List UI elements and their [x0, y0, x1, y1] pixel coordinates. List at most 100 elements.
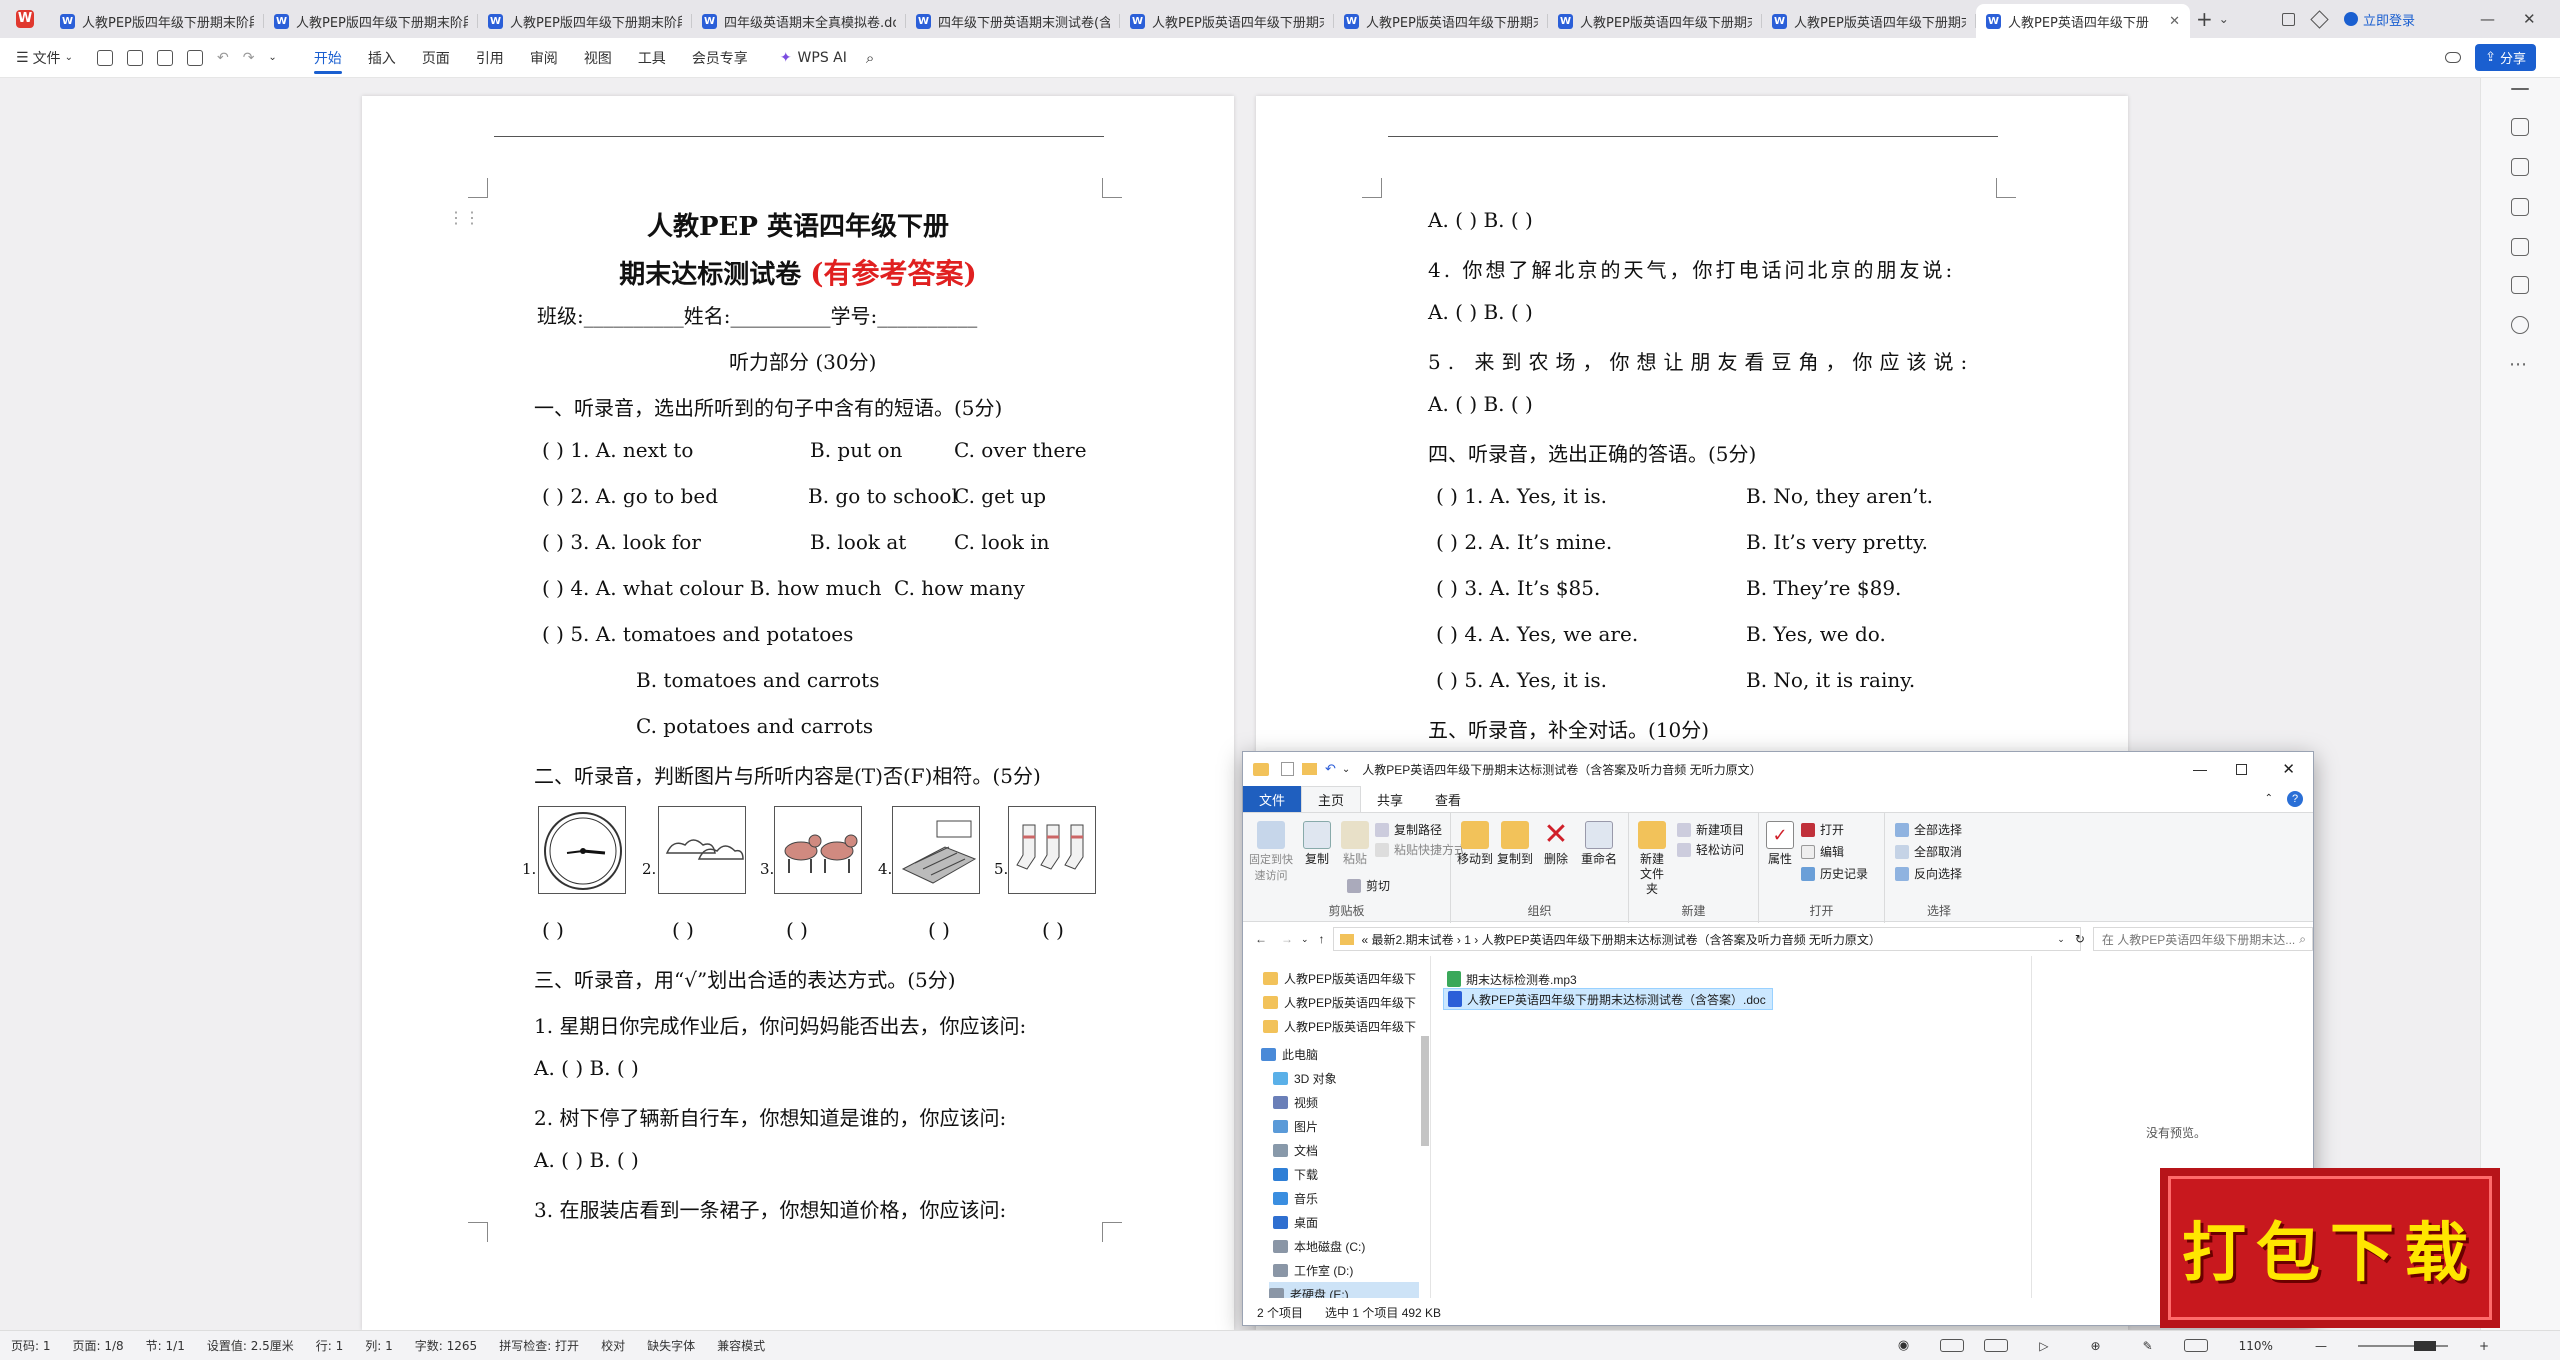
zoom-thumb[interactable] [2413, 1340, 2436, 1351]
print-preview-icon[interactable] [186, 49, 203, 66]
pin-button[interactable]: 固定到快速访问 [1249, 821, 1293, 884]
tab-close-icon[interactable]: ✕ [2169, 14, 2180, 29]
undo-quick-icon[interactable]: ↶ [1325, 761, 1336, 777]
document-tab[interactable]: W 人教PEP版英语四年级下册期末 [1762, 4, 1976, 38]
login-button[interactable]: 立即登录 [2344, 10, 2415, 29]
menu-2[interactable]: 页面 [409, 38, 463, 78]
menu-6[interactable]: 工具 [625, 38, 679, 78]
zoom-level[interactable]: 110% [2228, 1339, 2284, 1353]
copy-path-button[interactable]: 复制路径 [1375, 821, 1442, 838]
nav-item[interactable]: 人教PEP版英语四年级下 [1263, 990, 1430, 1014]
cursor-icon[interactable] [2511, 158, 2529, 176]
fit-icon[interactable] [2183, 1339, 2208, 1352]
properties-quick-icon[interactable] [1281, 762, 1294, 776]
explorer-maximize-icon[interactable] [2236, 763, 2247, 775]
explorer-close-icon[interactable]: ✕ [2282, 760, 2295, 778]
address-bar[interactable]: « 最新2.期末试卷 › 1 › 人教PEP英语四年级下册期末达标测试卷（含答案… [1332, 927, 2082, 951]
properties-button[interactable]: ✓ 属性 [1765, 821, 1795, 867]
nav-item[interactable]: 人教PEP版英语四年级下 [1263, 966, 1430, 990]
web-view-icon[interactable]: ⊕ [2080, 1339, 2112, 1353]
explorer-tab-1[interactable]: 主页 [1301, 786, 1362, 812]
close-window-icon[interactable]: ✕ [2523, 10, 2536, 28]
help-icon[interactable] [2511, 316, 2529, 334]
nav-item[interactable]: 此电脑 [1261, 1042, 1430, 1066]
file-item[interactable]: 人教PEP英语四年级下册期末达标测试卷（含答案）.doc [1443, 988, 1773, 1010]
zoom-out-icon[interactable]: — [2304, 1339, 2338, 1353]
page-view-icon[interactable] [1940, 1339, 1965, 1352]
nav-item[interactable]: 音乐 [1273, 1186, 1430, 1210]
copy-button[interactable]: 复制 [1301, 821, 1333, 867]
document-tab[interactable]: W 人教PEP版四年级下册期末阶段 [478, 4, 692, 38]
nav-item[interactable]: 老硬盘 (E:) [1269, 1282, 1419, 1298]
adjust-icon[interactable] [2511, 198, 2529, 216]
menu-7[interactable]: 会员专享 [679, 38, 761, 78]
explorer-tab-2[interactable]: 共享 [1361, 786, 1419, 812]
refresh-icon[interactable]: ↻ [2075, 932, 2085, 946]
minimize-icon[interactable]: — [2480, 10, 2495, 28]
help-circle-icon[interactable]: ? [2287, 791, 2303, 807]
document-tab[interactable]: W 人教PEP版英语四年级下册期末 [1548, 4, 1762, 38]
window-icon[interactable] [2282, 12, 2295, 26]
new-folder-button[interactable]: 新建文件夹 [1635, 821, 1669, 897]
address-dropdown-icon[interactable]: ⌄ [2057, 934, 2065, 945]
nav-item[interactable]: 3D 对象 [1273, 1066, 1430, 1090]
cut-button[interactable]: 剪切 [1347, 877, 1390, 894]
tools-icon[interactable] [2511, 276, 2529, 294]
pen-view-icon[interactable]: ✎ [2132, 1339, 2164, 1353]
redo-icon[interactable]: ↷ [243, 50, 255, 66]
edit-button[interactable]: 编辑 [1801, 843, 1844, 860]
document-tab[interactable]: W 四年级英语期末全真模拟卷.doc [692, 4, 906, 38]
menu-0[interactable]: 开始 [301, 38, 355, 78]
play-icon[interactable]: ▷ [2028, 1339, 2059, 1353]
forward-arrow-icon[interactable]: → [1281, 932, 1293, 946]
nav-scrollbar[interactable] [1421, 1036, 1429, 1146]
wps-logo[interactable]: W [0, 0, 50, 38]
back-arrow-icon[interactable]: ← [1255, 932, 1267, 946]
print-icon[interactable] [156, 49, 173, 66]
nav-item[interactable]: 下载 [1273, 1162, 1430, 1186]
paste-button[interactable]: 粘贴 [1339, 821, 1371, 867]
open-button[interactable]: 打开 [1801, 821, 1844, 838]
menu-1[interactable]: 插入 [355, 38, 409, 78]
quick-access-chevron-icon[interactable]: ⌄ [1342, 764, 1350, 775]
up-arrow-icon[interactable]: ↑ [1319, 932, 1325, 946]
document-tab[interactable]: W 人教PEP英语四年级下册 ✕ [1976, 4, 2190, 38]
nav-item[interactable]: 图片 [1273, 1114, 1430, 1138]
style-icon[interactable] [2511, 238, 2529, 256]
nav-item[interactable]: 工作室 (D:) [1273, 1258, 1430, 1282]
export-pdf-icon[interactable] [126, 49, 143, 66]
copy-to-button[interactable]: 复制到 [1497, 821, 1533, 867]
menu-5[interactable]: 视图 [571, 38, 625, 78]
status-item[interactable]: 校对 [590, 1337, 636, 1354]
easy-access-button[interactable]: 轻松访问 [1677, 841, 1744, 858]
explorer-tab-0[interactable]: 文件 [1243, 786, 1302, 812]
nav-item[interactable]: 视频 [1273, 1090, 1430, 1114]
share-button[interactable]: ⇪ 分享 [2475, 44, 2536, 71]
status-item[interactable]: 字数: 1265 [404, 1337, 488, 1354]
ribbon-collapse-icon[interactable]: ⌃ [2265, 793, 2273, 804]
explorer-tab-3[interactable]: 查看 [1419, 786, 1477, 812]
minimize-panel-icon[interactable] [2511, 88, 2529, 90]
menu-3[interactable]: 引用 [463, 38, 517, 78]
tab-list-chevron-icon[interactable]: ⌄ [2219, 12, 2229, 26]
wps-ai-button[interactable]: ✦ WPS AI [767, 38, 860, 78]
cloud-icon[interactable] [2445, 52, 2462, 63]
invert-selection-button[interactable]: 反向选择 [1895, 865, 1962, 882]
explorer-minimize-icon[interactable]: — [2193, 761, 2207, 777]
history-button[interactable]: 历史记录 [1801, 865, 1868, 882]
new-folder-quick-icon[interactable] [1302, 763, 1317, 775]
status-item[interactable]: 拼写检查: 打开 [488, 1337, 590, 1354]
new-item-button[interactable]: 新建项目 [1677, 821, 1744, 838]
more-chevron-icon[interactable]: ⌄ [268, 52, 276, 63]
cube-icon[interactable] [2310, 9, 2329, 29]
status-item[interactable]: 兼容模式 [706, 1337, 776, 1354]
search-box[interactable]: 在 人教PEP英语四年级下册期末达... ⌕ [2092, 927, 2313, 951]
search-icon[interactable]: ⌕ [866, 49, 874, 67]
select-all-button[interactable]: 全部选择 [1895, 821, 1962, 838]
zoom-in-icon[interactable]: + [2468, 1339, 2500, 1353]
document-tab[interactable]: W 人教PEP版英语四年级下册期末 [1120, 4, 1334, 38]
nav-item[interactable]: 本地磁盘 (C:) [1273, 1234, 1430, 1258]
pen-icon[interactable] [2511, 118, 2529, 136]
status-item[interactable]: 缺失字体 [636, 1337, 706, 1354]
undo-icon[interactable]: ↶ [217, 50, 229, 66]
